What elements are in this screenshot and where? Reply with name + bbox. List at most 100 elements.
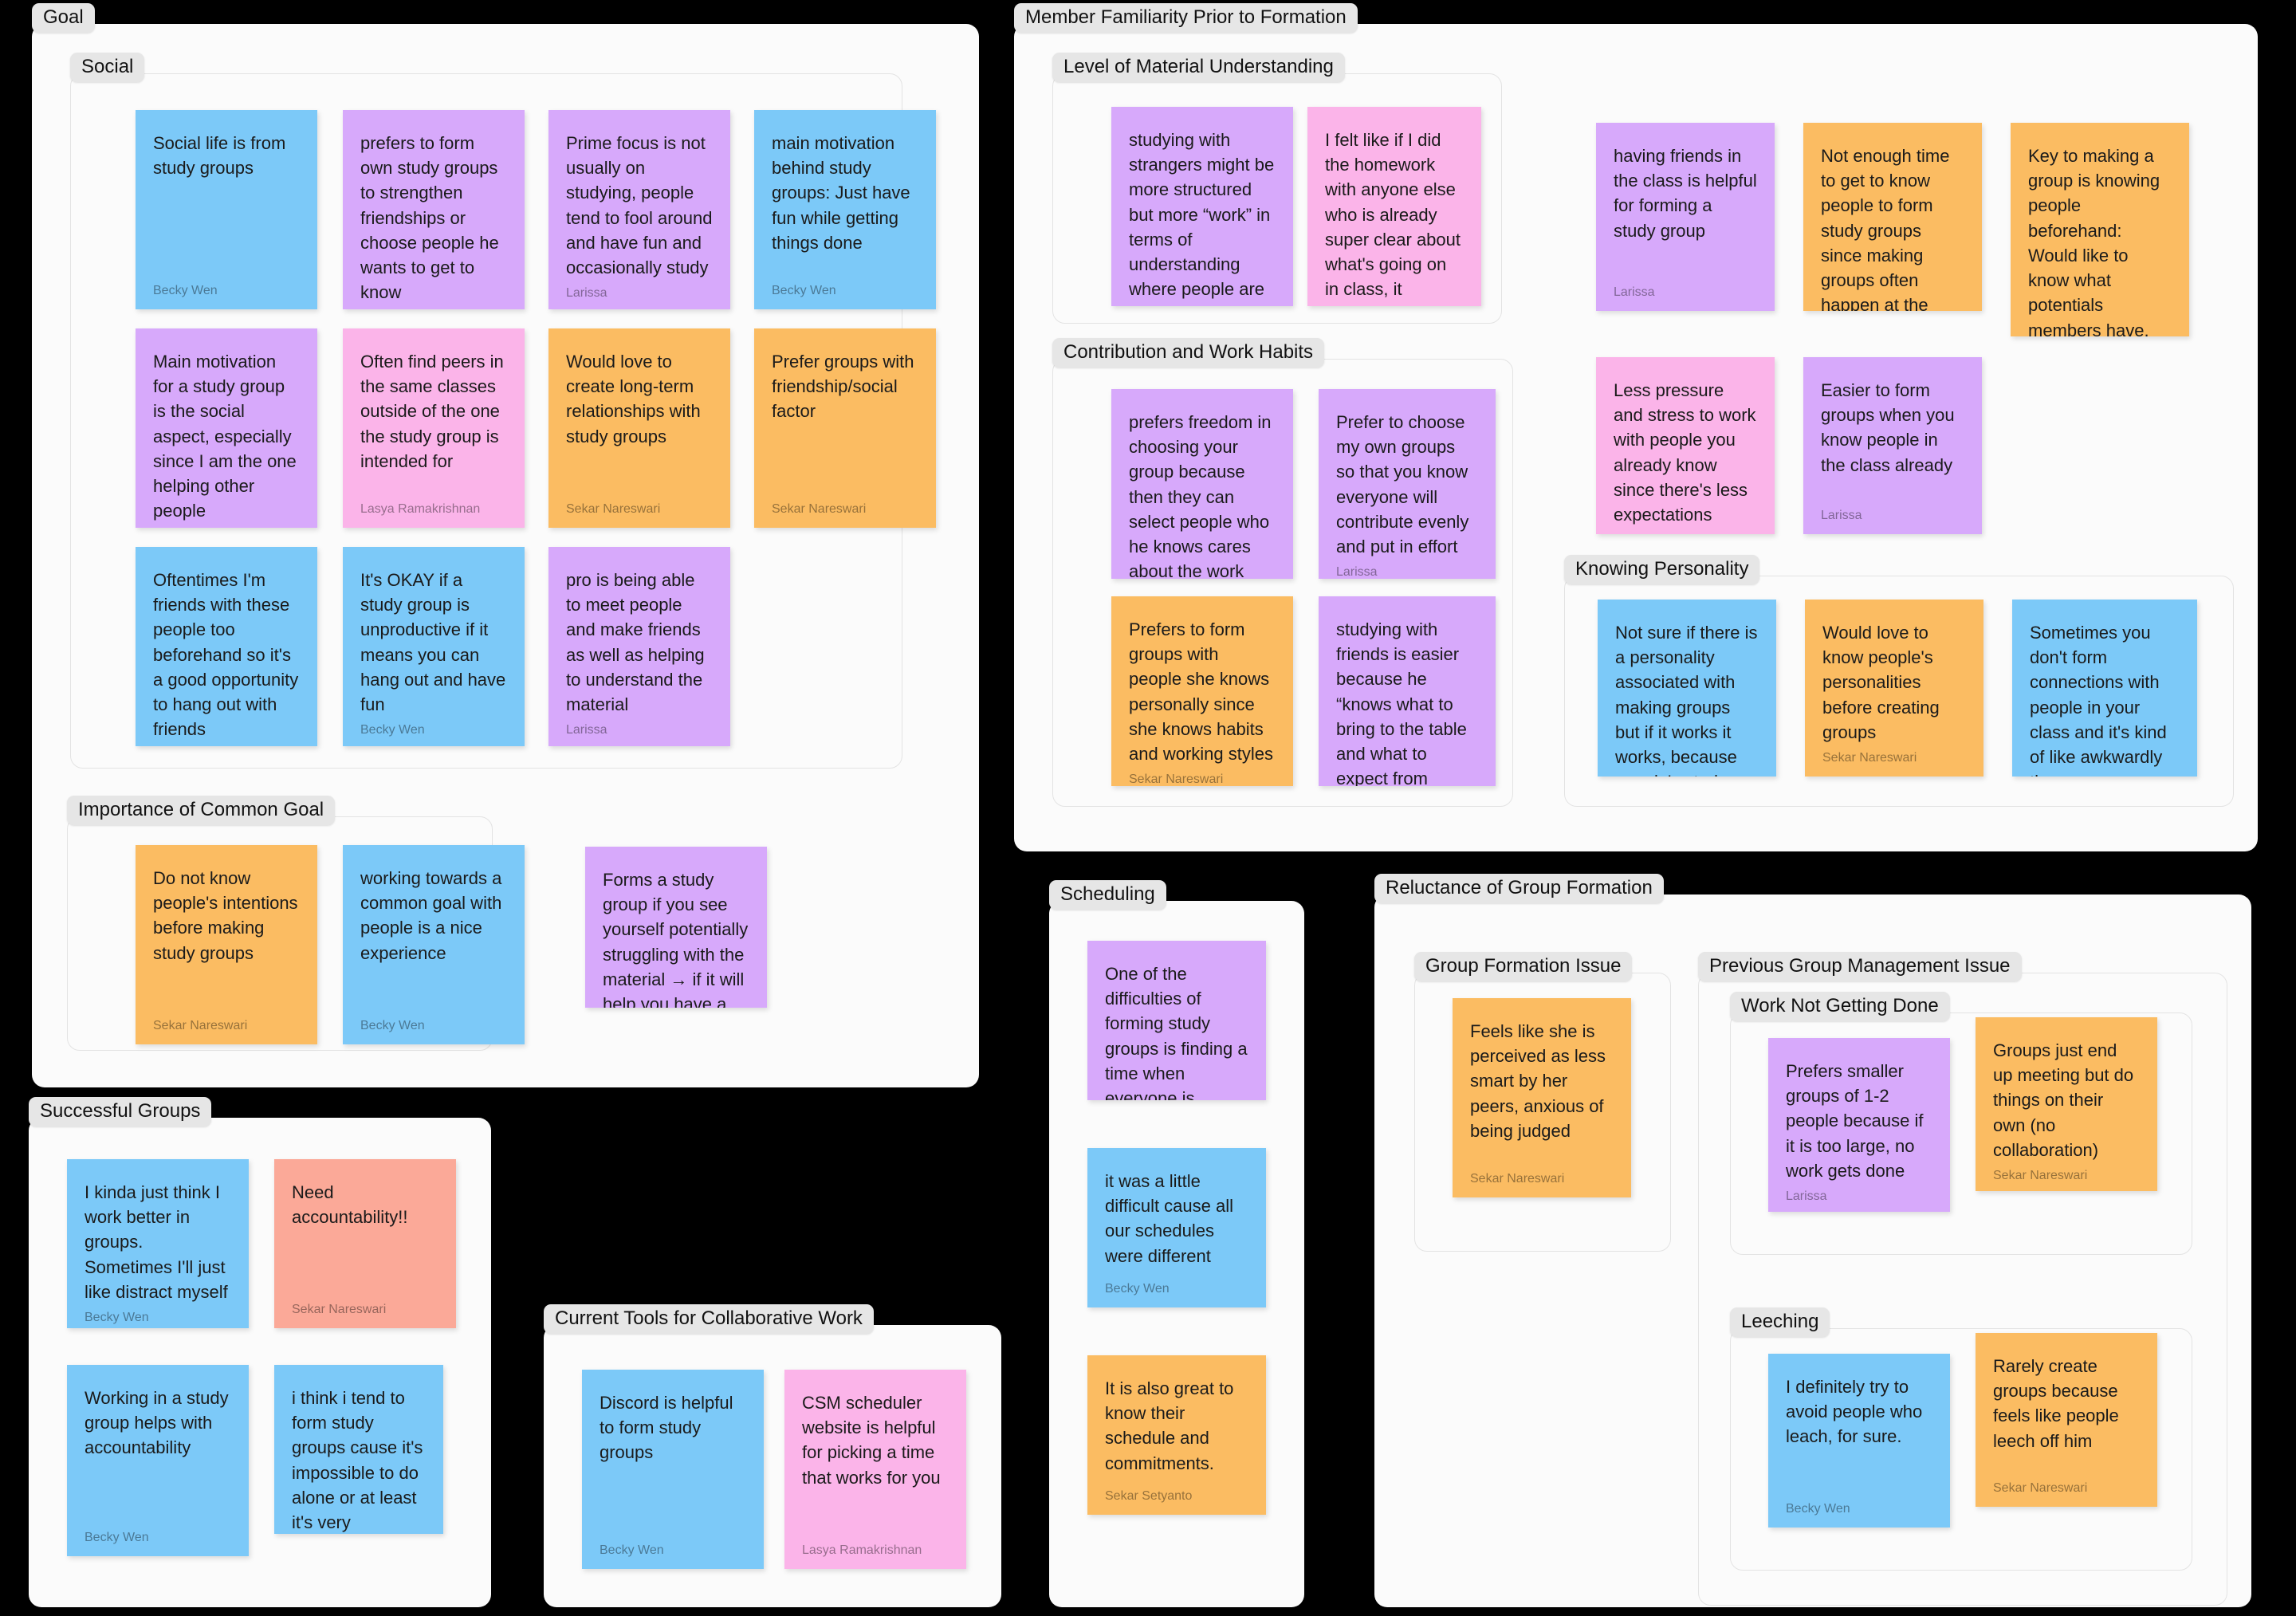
note-author: Becky Wen (85, 1531, 149, 1544)
frame-label-contribution-and-work-habits: Contribution and Work Habits (1052, 338, 1325, 368)
sticky-note[interactable]: CSM scheduler website is helpful for pic… (784, 1370, 966, 1569)
sticky-note[interactable]: prefers to form own study groups to stre… (343, 110, 525, 309)
sticky-note[interactable]: Often find peers in the same classes out… (343, 328, 525, 528)
sticky-note[interactable]: working towards a common goal with peopl… (343, 845, 525, 1044)
sticky-note[interactable]: having friends in the class is helpful f… (1596, 123, 1775, 311)
sticky-note[interactable]: It is also great to know their schedule … (1087, 1355, 1266, 1515)
note-author: Larissa (566, 723, 607, 737)
sticky-note[interactable]: it was a little difficult cause all our … (1087, 1148, 1266, 1307)
sticky-note[interactable]: Oftentimes I'm friends with these people… (136, 547, 317, 746)
sticky-note[interactable]: main motivation behind study groups: Jus… (754, 110, 936, 309)
note-text: it was a little difficult cause all our … (1105, 1171, 1234, 1266)
note-text: I definitely try to avoid people who lea… (1786, 1377, 1923, 1447)
frame-group-formation-issue[interactable]: Group Formation Issue Feels like she is … (1414, 952, 1671, 1252)
sticky-note[interactable]: Prefers to form groups with people she k… (1111, 596, 1293, 786)
sticky-note[interactable]: i think i tend to form study groups caus… (274, 1365, 443, 1534)
sticky-note[interactable]: Prime focus is not usually on studying, … (548, 110, 730, 309)
frame-label-knowing-personality: Knowing Personality (1564, 555, 1760, 584)
note-text: One of the difficulties of forming study… (1105, 964, 1248, 1100)
frame-label-successful-groups: Successful Groups (29, 1097, 212, 1126)
note-text: Forms a study group if you see yourself … (603, 870, 749, 1008)
note-text: pro is being able to meet people and mak… (566, 570, 705, 715)
frame-label-scheduling: Scheduling (1049, 880, 1166, 910)
frame-label-importance-of-common-goal: Importance of Common Goal (67, 796, 336, 825)
note-author: Becky Wen (360, 1019, 425, 1032)
sticky-note[interactable]: Prefers smaller groups of 1-2 people bec… (1768, 1038, 1950, 1212)
sticky-note[interactable]: Groups just end up meeting but do things… (1976, 1017, 2157, 1191)
note-text: Groups just end up meeting but do things… (1993, 1040, 2134, 1160)
frame-label-work-not-getting-done: Work Not Getting Done (1730, 992, 1950, 1021)
note-author: Becky Wen (85, 1311, 149, 1325)
sticky-note[interactable]: prefers freedom in choosing your group b… (1111, 389, 1293, 579)
frame-successful-groups[interactable]: Successful Groups I kinda just think I w… (29, 1097, 491, 1607)
sticky-note[interactable]: It's OKAY if a study group is unproducti… (343, 547, 525, 746)
note-author: Sekar Nareswari (566, 502, 661, 516)
sticky-note[interactable]: Feels like she is perceived as less smar… (1453, 998, 1631, 1197)
sticky-note[interactable]: Not sure if there is a personality assoc… (1598, 600, 1776, 777)
note-text: Need accountability!! (292, 1182, 408, 1228)
frame-scheduling[interactable]: Scheduling One of the difficulties of fo… (1049, 880, 1304, 1607)
sticky-note[interactable]: Sometimes you don't form connections wit… (2012, 600, 2197, 777)
frame-contribution-and-work-habits[interactable]: Contribution and Work Habits prefers fre… (1052, 338, 1513, 807)
sticky-note[interactable]: Do not know people's intentions before m… (136, 845, 317, 1044)
sticky-note[interactable]: studying with strangers might be more st… (1111, 107, 1293, 306)
note-text: Prefers to form groups with people she k… (1129, 619, 1273, 765)
note-text: I felt like if I did the homework with a… (1325, 130, 1461, 306)
affinity-diagram-board[interactable]: Goal Social Social life is from study gr… (0, 0, 2296, 1616)
note-text: main motivation behind study groups: Jus… (772, 133, 910, 253)
note-text: Not enough time to get to know people to… (1821, 146, 1950, 311)
note-text: Feels like she is perceived as less smar… (1470, 1021, 1606, 1141)
note-author: Lasya Ramakrishnan (1614, 533, 1757, 534)
sticky-note[interactable]: Would love to create long-term relations… (548, 328, 730, 528)
sticky-note[interactable]: Less pressure and stress to work with pe… (1596, 357, 1775, 534)
note-author: Sekar Nareswari (1470, 1172, 1565, 1185)
sticky-note[interactable]: Need accountability!! Sekar Nareswari (274, 1159, 456, 1328)
note-author: Becky Wen (772, 284, 836, 297)
note-text: Prime focus is not usually on studying, … (566, 133, 713, 278)
sticky-note[interactable]: Working in a study group helps with acco… (67, 1365, 249, 1556)
note-author: Becky Wen (1786, 1502, 1850, 1516)
note-author: Sekar Nareswari (1993, 1169, 2088, 1183)
sticky-note[interactable]: Forms a study group if you see yourself … (585, 847, 767, 1008)
sticky-note[interactable]: I kinda just think I work better in grou… (67, 1159, 249, 1328)
frame-work-not-getting-done[interactable]: Work Not Getting Done Prefers smaller gr… (1730, 992, 2192, 1255)
note-text: It is also great to know their schedule … (1105, 1378, 1234, 1473)
note-text: Would love to create long-term relations… (566, 352, 701, 446)
frame-leeching[interactable]: Leeching I definitely try to avoid peopl… (1730, 1307, 2192, 1571)
note-text: Prefer groups with friendship/social fac… (772, 352, 914, 422)
sticky-note[interactable]: Rarely create groups because feels like … (1976, 1333, 2157, 1507)
sticky-note[interactable]: Not enough time to get to know people to… (1803, 123, 1982, 311)
frame-current-tools[interactable]: Current Tools for Collaborative Work Dis… (544, 1304, 1001, 1607)
note-author: Lasya Ramakrishnan (360, 502, 481, 516)
note-author: Larissa (1336, 565, 1378, 579)
sticky-note[interactable]: Social life is from study groups Becky W… (136, 110, 317, 309)
sticky-note[interactable]: Discord is helpful to form study groups … (582, 1370, 764, 1569)
sticky-note[interactable]: I felt like if I did the homework with a… (1307, 107, 1481, 306)
sticky-note[interactable]: Easier to form groups when you know peop… (1803, 357, 1982, 534)
sticky-note[interactable]: pro is being able to meet people and mak… (548, 547, 730, 746)
frame-reluctance-of-group-formation[interactable]: Reluctance of Group Formation Group Form… (1374, 874, 2251, 1607)
frame-label-level-of-material-understanding: Level of Material Understanding (1052, 53, 1345, 82)
sticky-note[interactable]: Would love to know people's personalitie… (1805, 600, 1983, 777)
sticky-note[interactable]: I definitely try to avoid people who lea… (1768, 1354, 1950, 1528)
frame-previous-group-management-issue[interactable]: Previous Group Management Issue Work Not… (1698, 952, 2227, 1606)
note-author: Larissa (1614, 285, 1655, 299)
note-text: Not sure if there is a personality assoc… (1615, 623, 1758, 777)
sticky-note[interactable]: Key to making a group is knowing people … (2011, 123, 2189, 336)
sticky-note[interactable]: Main motivation for a study group is the… (136, 328, 317, 528)
frame-member-familiarity[interactable]: Member Familiarity Prior to Formation Le… (1014, 3, 2258, 851)
sticky-note[interactable]: One of the difficulties of forming study… (1087, 941, 1266, 1100)
note-author: Sekar Nareswari (153, 1019, 248, 1032)
note-text: prefers to form own study groups to stre… (360, 133, 499, 303)
sticky-note[interactable]: Prefer groups with friendship/social fac… (754, 328, 936, 528)
frame-goal[interactable]: Goal Social Social life is from study gr… (32, 3, 979, 1087)
frame-level-of-material-understanding[interactable]: Level of Material Understanding studying… (1052, 53, 1502, 324)
sticky-note[interactable]: studying with friends is easier because … (1319, 596, 1496, 786)
frame-knowing-personality[interactable]: Knowing Personality Not sure if there is… (1564, 555, 2234, 807)
note-author: Becky Wen (153, 284, 218, 297)
note-text: Social life is from study groups (153, 133, 286, 179)
sticky-note[interactable]: Prefer to choose my own groups so that y… (1319, 389, 1496, 579)
note-author: Becky Wen (600, 1543, 664, 1557)
frame-social[interactable]: Social Social life is from study groups … (70, 53, 936, 769)
frame-importance-of-common-goal[interactable]: Importance of Common Goal Do not know pe… (67, 796, 525, 1051)
